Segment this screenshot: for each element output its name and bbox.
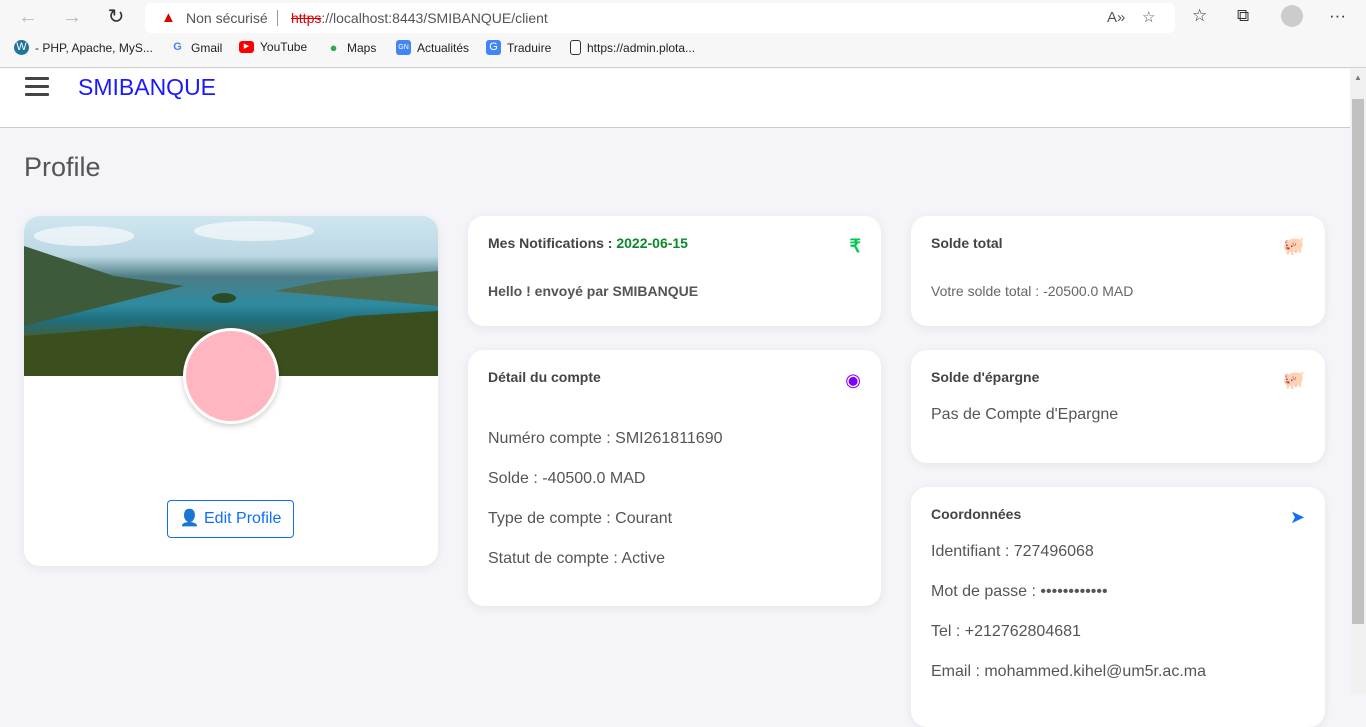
piggy-bank-icon: 🐖 xyxy=(1282,370,1305,390)
bookmark-php[interactable]: W- PHP, Apache, MyS... xyxy=(14,40,153,55)
contact-title: Coordonnées xyxy=(931,506,1022,522)
forward-icon[interactable]: → xyxy=(61,6,83,28)
account-status: Statut de compte : Active xyxy=(488,550,665,567)
account-number: Numéro compte : SMI261811690 xyxy=(488,430,723,447)
account-type: Type de compte : Courant xyxy=(488,510,673,527)
menu-icon[interactable] xyxy=(25,77,49,96)
contact-identifiant: Identifiant : 727496068 xyxy=(931,543,1094,560)
maps-icon: ● xyxy=(329,40,338,55)
user-edit-icon: 👤 xyxy=(179,510,200,527)
bookmark-translate[interactable]: G Traduire xyxy=(486,40,551,55)
piggy-bank-icon: 🐖 xyxy=(1282,236,1305,256)
contact-card: Coordonnées ➤ Identifiant : 727496068 Mo… xyxy=(911,487,1325,727)
total-balance-title: Solde total xyxy=(931,235,1003,251)
back-icon[interactable]: ← xyxy=(17,6,39,28)
profile-card: 👤 Edit Profile xyxy=(24,216,438,566)
savings-title: Solde d'épargne xyxy=(931,369,1040,385)
edit-profile-button[interactable]: 👤 Edit Profile xyxy=(167,500,294,538)
bookmark-gmail[interactable]: G Gmail xyxy=(170,40,222,55)
more-icon[interactable]: ··· xyxy=(1329,6,1346,26)
wordpress-icon: W xyxy=(14,40,29,55)
savings-text: Pas de Compte d'Epargne xyxy=(931,406,1119,423)
warning-icon: ▲ xyxy=(161,9,176,26)
read-aloud-icon[interactable]: A» xyxy=(1107,3,1125,33)
google-icon: G xyxy=(173,41,182,53)
favorites-icon[interactable]: ☆ xyxy=(1192,6,1207,26)
bookmark-youtube[interactable]: ▶ YouTube xyxy=(239,40,307,54)
reload-icon[interactable]: ↻ xyxy=(105,6,127,28)
bookmark-admin[interactable]: https://admin.plota... xyxy=(570,40,695,55)
avatar xyxy=(183,328,279,424)
rupee-icon: ₹ xyxy=(849,236,861,256)
news-icon: GN xyxy=(396,40,411,55)
page-icon xyxy=(570,40,581,55)
notifications-card: Mes Notifications : 2022-06-15 ₹ Hello !… xyxy=(468,216,881,326)
account-title: Détail du compte xyxy=(488,369,601,385)
contact-email: Email : mohammed.kihel@um5r.ac.ma xyxy=(931,663,1206,680)
account-balance: Solde : -40500.0 MAD xyxy=(488,470,646,487)
url-text: https://localhost:8443/SMIBANQUE/client xyxy=(291,10,548,26)
total-balance-text: Votre solde total : -20500.0 MAD xyxy=(931,283,1134,299)
profile-avatar-icon[interactable] xyxy=(1281,5,1303,27)
notifications-title: Mes Notifications : 2022-06-15 xyxy=(488,235,688,251)
savings-card: Solde d'épargne 🐖 Pas de Compte d'Epargn… xyxy=(911,350,1325,463)
browser-chrome: ← → ↻ ▲ Non sécurisé https://localhost:8… xyxy=(0,0,1366,68)
security-label: Non sécurisé xyxy=(186,10,268,26)
scrollbar[interactable]: ▲ xyxy=(1350,69,1366,694)
translate-icon: G xyxy=(486,40,501,55)
youtube-icon: ▶ xyxy=(239,41,254,53)
favorite-add-icon[interactable]: ☆ xyxy=(1142,3,1155,33)
contact-password: Mot de passe : •••••••••••• xyxy=(931,583,1108,600)
contact-tel: Tel : +212762804681 xyxy=(931,623,1081,640)
total-balance-card: Solde total 🐖 Votre solde total : -20500… xyxy=(911,216,1325,326)
page-title: Profile xyxy=(24,152,101,182)
brand-logo[interactable]: SMIBANQUE xyxy=(78,74,216,101)
user-circle-icon: ◉ xyxy=(845,370,861,390)
account-detail-card: Détail du compte ◉ Numéro compte : SMI26… xyxy=(468,350,881,606)
paper-plane-icon: ➤ xyxy=(1289,507,1305,527)
notification-message: Hello ! envoyé par SMIBANQUE xyxy=(488,283,699,299)
bookmark-news[interactable]: GN Actualités xyxy=(396,40,469,55)
address-bar[interactable]: ▲ Non sécurisé https://localhost:8443/SM… xyxy=(145,3,1175,33)
collections-icon[interactable]: ⧉ xyxy=(1237,6,1249,26)
app-navbar: SMIBANQUE xyxy=(0,69,1350,128)
bookmark-maps[interactable]: ● Maps xyxy=(326,40,377,55)
